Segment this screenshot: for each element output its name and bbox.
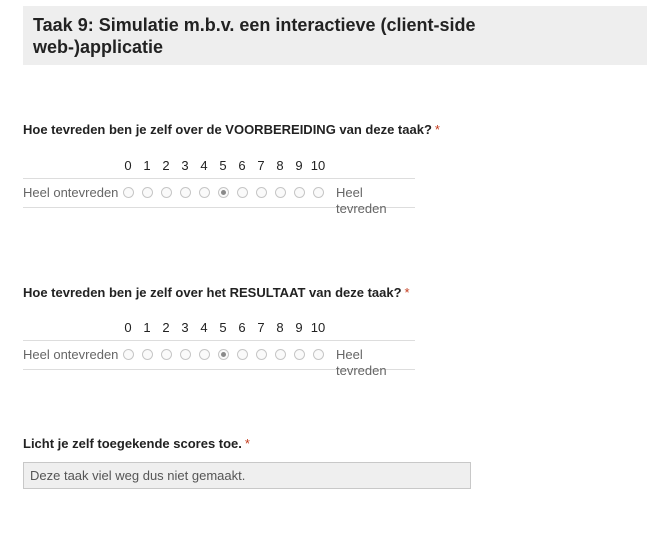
rating-radio-7[interactable] — [255, 349, 267, 360]
scale-row: Heel ontevreden Heel tevreden — [23, 178, 415, 216]
rating-radio-2[interactable] — [160, 349, 172, 360]
question-2-text: Hoe tevreden ben je zelf over het RESULT… — [23, 285, 402, 300]
rating-radio-10[interactable] — [312, 349, 324, 360]
rating-radio-4[interactable] — [198, 349, 210, 360]
rating-radio-3[interactable] — [179, 187, 191, 198]
scale-number-1: 1 — [143, 320, 151, 335]
rating-radio-8[interactable] — [274, 187, 286, 198]
scale-number-9: 9 — [295, 158, 303, 173]
scale-number-6: 6 — [238, 320, 246, 335]
explanation-textarea[interactable]: Deze taak viel weg dus niet gemaakt. — [23, 462, 471, 489]
required-marker: * — [244, 436, 250, 451]
scale-number-5: 5 — [219, 320, 227, 335]
page-title: Taak 9: Simulatie m.b.v. een interactiev… — [33, 15, 476, 57]
question-2-label: Hoe tevreden ben je zelf over het RESULT… — [23, 285, 410, 301]
rating-radio-4[interactable] — [198, 187, 210, 198]
rating-radio-1[interactable] — [141, 187, 153, 198]
scale-number-2: 2 — [162, 320, 170, 335]
rating-radio-10[interactable] — [312, 187, 324, 198]
scale-number-4: 4 — [200, 158, 208, 173]
rating-radio-6[interactable] — [236, 187, 248, 198]
scale-number-7: 7 — [257, 320, 265, 335]
question-3-text: Licht je zelf toegekende scores toe. — [23, 436, 242, 451]
rating-radio-7[interactable] — [255, 187, 267, 198]
scale-number-3: 3 — [181, 320, 189, 335]
scale-number-8: 8 — [276, 320, 284, 335]
rating-radio-3[interactable] — [179, 349, 191, 360]
scale-number-7: 7 — [257, 158, 265, 173]
scale-number-6: 6 — [238, 158, 246, 173]
scale-numbers: 0 1 2 3 4 5 6 7 8 9 10 — [23, 320, 415, 336]
rating-radio-9[interactable] — [293, 349, 305, 360]
scale-number-2: 2 — [162, 158, 170, 173]
scale-number-10: 10 — [310, 158, 326, 173]
required-marker: * — [404, 285, 410, 300]
rating-radio-0[interactable] — [122, 187, 134, 198]
rating-radio-5[interactable] — [217, 349, 229, 360]
rating-radio-2[interactable] — [160, 187, 172, 198]
rating-radio-5[interactable] — [217, 187, 229, 198]
rating-radio-6[interactable] — [236, 349, 248, 360]
scale-left-label: Heel ontevreden — [23, 347, 119, 362]
question-1-text: Hoe tevreden ben je zelf over de VOORBER… — [23, 122, 432, 137]
page-header: Taak 9: Simulatie m.b.v. een interactiev… — [23, 6, 647, 65]
scale-number-9: 9 — [295, 320, 303, 335]
scale-number-3: 3 — [181, 158, 189, 173]
scale-number-1: 1 — [143, 158, 151, 173]
scale-number-0: 0 — [124, 320, 132, 335]
scale-right-label: Heel tevreden — [336, 347, 387, 378]
rating-radio-9[interactable] — [293, 187, 305, 198]
scale-row: Heel ontevreden Heel tevreden — [23, 340, 415, 378]
scale-numbers: 0 1 2 3 4 5 6 7 8 9 10 — [23, 158, 415, 174]
rating-radio-8[interactable] — [274, 349, 286, 360]
required-marker: * — [434, 122, 440, 137]
question-1-label: Hoe tevreden ben je zelf over de VOORBER… — [23, 122, 440, 138]
scale-number-4: 4 — [200, 320, 208, 335]
question-3-label: Licht je zelf toegekende scores toe. * — [23, 436, 250, 452]
scale-number-0: 0 — [124, 158, 132, 173]
scale-left-label: Heel ontevreden — [23, 185, 119, 200]
scale-number-8: 8 — [276, 158, 284, 173]
scale-number-5: 5 — [219, 158, 227, 173]
scale-right-label: Heel tevreden — [336, 185, 387, 216]
rating-radio-1[interactable] — [141, 349, 153, 360]
rating-radio-0[interactable] — [122, 349, 134, 360]
scale-number-10: 10 — [310, 320, 326, 335]
